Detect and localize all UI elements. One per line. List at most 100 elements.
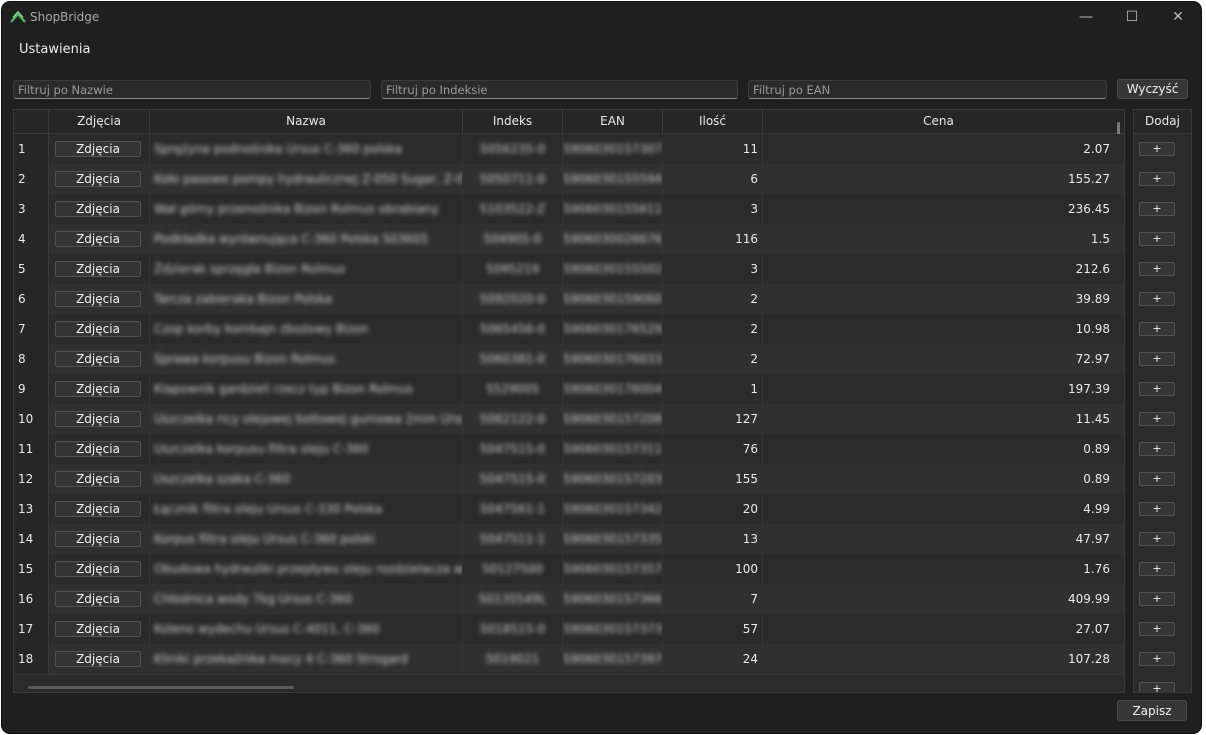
photos-button[interactable]: Zdjęcia: [55, 441, 141, 457]
cell-price[interactable]: 0.89: [763, 464, 1114, 494]
header-price[interactable]: Cena: [763, 110, 1114, 133]
maximize-button[interactable]: ☐: [1109, 2, 1155, 32]
photos-button[interactable]: Zdjęcia: [55, 291, 141, 307]
cell-name[interactable]: Koleno wydechu Ursus C-4011, C-360: [150, 614, 463, 644]
cell-qty[interactable]: 3: [663, 194, 763, 224]
cell-qty[interactable]: 100: [663, 554, 763, 584]
table-row[interactable]: 16 Zdjęcia Chłodnica wody 7kg Ursus C-360 5…: [14, 584, 1124, 615]
photos-button[interactable]: Zdjęcia: [55, 531, 141, 547]
header-qty[interactable]: Ilość: [663, 110, 763, 133]
cell-name[interactable]: Sprawa korpusu Bizon Rolmus: [150, 344, 463, 374]
cell-qty[interactable]: 1: [663, 374, 763, 404]
photos-button[interactable]: Zdjęcia: [55, 621, 141, 637]
cell-price[interactable]: 2.07: [763, 134, 1114, 164]
table-row[interactable]: 2 Zdjęcia Koło pasowe pompy hydraulicznej …: [14, 164, 1124, 195]
cell-index[interactable]: 5047515-0: [463, 434, 563, 464]
cell-qty[interactable]: 76: [663, 434, 763, 464]
cell-name[interactable]: Łącznik filtra oleju Ursus C-330 Polska: [150, 494, 463, 524]
photos-button[interactable]: Zdjęcia: [55, 591, 141, 607]
table-row[interactable]: 5 Zdjęcia Ździerak sprzęgła Bizon Rolmus 50…: [14, 254, 1124, 285]
add-row-button[interactable]: +: [1139, 442, 1175, 456]
cell-qty[interactable]: 20: [663, 494, 763, 524]
title-bar[interactable]: ShopBridge — ☐ ✕: [2, 2, 1201, 32]
cell-qty[interactable]: 7: [663, 584, 763, 614]
minimize-button[interactable]: —: [1063, 2, 1109, 32]
header-name[interactable]: Nazwa: [150, 110, 463, 133]
cell-index[interactable]: 5065456-0: [463, 314, 563, 344]
cell-price[interactable]: 4.99: [763, 494, 1114, 524]
cell-ean[interactable]: 5906030159060: [563, 284, 663, 314]
cell-ean[interactable]: 5906030157335: [563, 524, 663, 554]
cell-qty[interactable]: 3: [663, 254, 763, 284]
cell-price[interactable]: 27.07: [763, 614, 1114, 644]
cell-name[interactable]: Koło pasowe pompy hydraulicznej Z-050 Su…: [150, 164, 463, 194]
add-row-button[interactable]: +: [1139, 292, 1175, 306]
table-row[interactable]: 9 Zdjęcia Klapownik gardzieli rzecz typ Bi…: [14, 374, 1124, 405]
cell-price[interactable]: 11.45: [763, 404, 1114, 434]
cell-index[interactable]: 5092020-0: [463, 284, 563, 314]
cell-price[interactable]: 1.76: [763, 554, 1114, 584]
photos-button[interactable]: Zdjęcia: [55, 351, 141, 367]
add-row-button[interactable]: +: [1139, 202, 1175, 216]
table-row[interactable]: 12 Zdjęcia Uszczelka szaka C-360 5047515-0 5…: [14, 464, 1124, 495]
cell-name[interactable]: Tarcza zabieraka Bizon Polska: [150, 284, 463, 314]
cell-name[interactable]: Obudowa hydrauliki przepływu oleju rozdz…: [150, 554, 463, 584]
add-row-button[interactable]: +: [1139, 172, 1175, 186]
cell-ean[interactable]: 5906030157357: [563, 554, 663, 584]
cell-qty[interactable]: 2: [663, 344, 763, 374]
cell-name[interactable]: Klapownik gardzieli rzecz typ Bizon Rolm…: [150, 374, 463, 404]
add-row-button[interactable]: +: [1139, 322, 1175, 336]
cell-name[interactable]: Wał górny przenośnika Bizon Rolmus obrab…: [150, 194, 463, 224]
cell-index[interactable]: 5047511-1: [463, 524, 563, 554]
cell-price[interactable]: 236.45: [763, 194, 1114, 224]
table-row[interactable]: 18 Zdjęcia Kliniki przekaźnika mocy 4 C-36…: [14, 644, 1124, 675]
photos-button[interactable]: Zdjęcia: [55, 651, 141, 667]
table-row[interactable]: 14 Zdjęcia Korpus filtra oleju Ursus C-360…: [14, 524, 1124, 555]
photos-button[interactable]: Zdjęcia: [55, 471, 141, 487]
add-row-button[interactable]: +: [1139, 652, 1175, 666]
table-row[interactable]: 11 Zdjęcia Uszczelka korpusu filtra oleju …: [14, 434, 1124, 465]
cell-ean[interactable]: 5906030155611: [563, 194, 663, 224]
cell-price[interactable]: 39.89: [763, 284, 1114, 314]
add-row-button[interactable]: +: [1139, 592, 1175, 606]
add-row-button[interactable]: +: [1139, 532, 1175, 546]
cell-index[interactable]: 5062122-0: [463, 404, 563, 434]
photos-button[interactable]: Zdjęcia: [55, 171, 141, 187]
cell-qty[interactable]: 2: [663, 284, 763, 314]
photos-button[interactable]: Zdjęcia: [55, 261, 141, 277]
cell-ean[interactable]: 5906030157373: [563, 614, 663, 644]
photos-button[interactable]: Zdjęcia: [55, 321, 141, 337]
table-row[interactable]: 1 Zdjęcia Sprężyna podnośnika Ursus C-360 …: [14, 134, 1124, 165]
cell-name[interactable]: Czop korby kombajn zbożowy Bizon: [150, 314, 463, 344]
cell-index[interactable]: 50135549L: [463, 584, 563, 614]
cell-name[interactable]: Uszczelka szaka C-360: [150, 464, 463, 494]
cell-qty[interactable]: 155: [663, 464, 763, 494]
cell-ean[interactable]: 5906030157342: [563, 494, 663, 524]
table-row[interactable]: 15 Zdjęcia Obudowa hydrauliki przepływu ol…: [14, 554, 1124, 585]
add-row-button[interactable]: +: [1139, 352, 1175, 366]
filter-index-input[interactable]: [381, 80, 738, 99]
cell-name[interactable]: Podkładka wyrównująca C-360 Polska 50360…: [150, 224, 463, 254]
cell-price[interactable]: 212.6: [763, 254, 1114, 284]
cell-name[interactable]: Uszczelka ricy olejowej boltowej gumowa …: [150, 404, 463, 434]
add-row-button[interactable]: +: [1139, 472, 1175, 486]
cell-name[interactable]: Uszczelka korpusu filtra oleju C-360: [150, 434, 463, 464]
table-row[interactable]: 3 Zdjęcia Wał górny przenośnika Bizon Rolm…: [14, 194, 1124, 225]
cell-price[interactable]: 197.39: [763, 374, 1114, 404]
table-row[interactable]: 13 Zdjęcia Łącznik filtra oleju Ursus C-33…: [14, 494, 1124, 525]
cell-index[interactable]: 5019021: [463, 644, 563, 674]
cell-price[interactable]: 107.28: [763, 644, 1114, 674]
table-row[interactable]: 6 Zdjęcia Tarcza zabieraka Bizon Polska 509…: [14, 284, 1124, 315]
cell-qty[interactable]: 24: [663, 644, 763, 674]
photos-button[interactable]: Zdjęcia: [55, 501, 141, 517]
cell-index[interactable]: 5056235-0: [463, 134, 563, 164]
photos-button[interactable]: Zdjęcia: [55, 231, 141, 247]
cell-index[interactable]: 5018515-0: [463, 614, 563, 644]
filter-name-input[interactable]: [13, 80, 371, 99]
add-row-button[interactable]: +: [1139, 502, 1175, 516]
table-row[interactable]: 7 Zdjęcia Czop korby kombajn zbożowy Bizon…: [14, 314, 1124, 345]
cell-price[interactable]: 1.5: [763, 224, 1114, 254]
cell-index[interactable]: 5103522-Z: [463, 194, 563, 224]
photos-button[interactable]: Zdjęcia: [55, 381, 141, 397]
photos-button[interactable]: Zdjęcia: [55, 141, 141, 157]
